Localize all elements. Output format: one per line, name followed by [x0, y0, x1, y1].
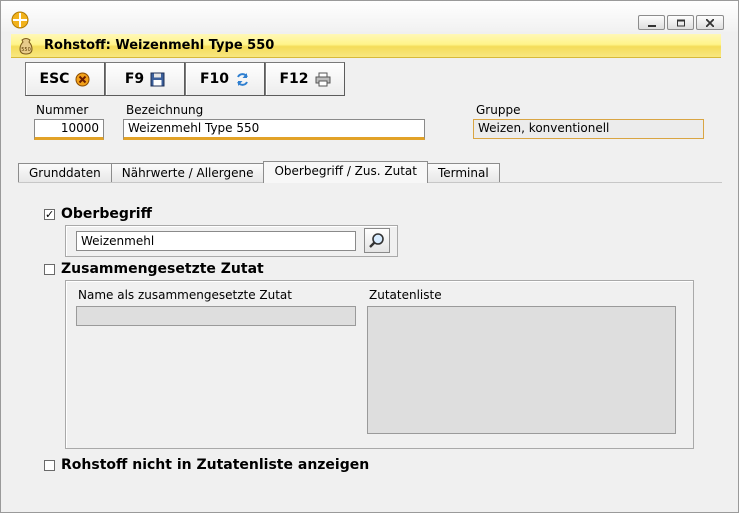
oberbegriff-checkbox[interactable]: ✓ — [44, 208, 55, 220]
zusammengesetzt-label: Zusammengesetzte Zutat — [61, 261, 264, 277]
cancel-icon — [75, 72, 90, 86]
bezeichnung-field[interactable]: Weizenmehl Type 550 — [123, 119, 425, 140]
svg-text:550: 550 — [21, 47, 31, 53]
refresh-icon — [237, 72, 248, 86]
minimize-button[interactable] — [638, 15, 665, 30]
tab-naehrwerte-allergene[interactable]: Nährwerte / Allergene — [110, 163, 265, 183]
oberbegriff-checkrow: ✓ Oberbegriff — [44, 206, 152, 222]
f12-button-label: F12 — [279, 71, 309, 87]
esc-button-label: ESC — [39, 71, 70, 87]
f12-print-button[interactable]: F12 — [265, 62, 345, 96]
close-icon — [706, 18, 714, 27]
window: 550 Rohstoff: Weizenmehl Type 550 ESC F9… — [0, 0, 739, 513]
minimize-icon — [647, 24, 656, 27]
maximize-icon — [676, 19, 685, 26]
zusammengesetzt-checkbox[interactable] — [44, 263, 55, 275]
oberbegriff-label: Oberbegriff — [61, 206, 152, 222]
f10-button-label: F10 — [199, 71, 230, 87]
tab-grunddaten[interactable]: Grunddaten — [18, 163, 112, 183]
title-bar — [1, 1, 738, 32]
oberbegriff-input[interactable]: Weizenmehl — [76, 231, 356, 251]
nicht-anzeigen-label: Rohstoff nicht in Zutatenliste anzeigen — [61, 457, 370, 473]
nicht-anzeigen-checkbox[interactable] — [44, 459, 55, 471]
form-caption-bar: 550 Rohstoff: Weizenmehl Type 550 — [11, 34, 721, 58]
zutatenliste-textarea[interactable] — [367, 306, 676, 434]
magnifier-icon — [369, 232, 384, 248]
form-title: Rohstoff: Weizenmehl Type 550 — [44, 38, 275, 53]
bezeichnung-label: Bezeichnung — [126, 103, 204, 117]
app-logo-icon — [11, 11, 29, 29]
f9-save-button[interactable]: F9 — [105, 62, 185, 96]
esc-button[interactable]: ESC — [25, 62, 105, 96]
nummer-field[interactable]: 10000 — [34, 119, 104, 140]
name-zus-zutat-input[interactable] — [76, 306, 356, 326]
f9-button-label: F9 — [124, 71, 145, 87]
maximize-button[interactable] — [667, 15, 694, 30]
tab-bar: Grunddaten Nährwerte / Allergene Oberbeg… — [18, 161, 500, 183]
flour-sack-icon: 550 — [19, 38, 33, 55]
printer-icon — [315, 72, 331, 86]
close-button[interactable] — [696, 15, 724, 30]
gruppe-field: Weizen, konventionell — [473, 119, 704, 139]
nicht-anzeigen-checkrow: Rohstoff nicht in Zutatenliste anzeigen — [44, 457, 369, 473]
name-zus-zutat-label: Name als zusammengesetzte Zutat — [78, 288, 292, 302]
tab-oberbegriff-zus-zutat[interactable]: Oberbegriff / Zus. Zutat — [263, 161, 428, 183]
zutatenliste-label: Zutatenliste — [369, 288, 442, 302]
toolbar: ESC F9 F10 F12 — [25, 62, 345, 96]
nummer-label: Nummer — [36, 103, 89, 117]
oberbegriff-search-button[interactable] — [364, 228, 390, 253]
f10-refresh-button[interactable]: F10 — [185, 62, 265, 96]
gruppe-label: Gruppe — [476, 103, 521, 117]
zusammengesetzt-checkrow: Zusammengesetzte Zutat — [44, 261, 264, 277]
tab-terminal[interactable]: Terminal — [426, 163, 500, 183]
floppy-disk-icon — [150, 72, 165, 86]
